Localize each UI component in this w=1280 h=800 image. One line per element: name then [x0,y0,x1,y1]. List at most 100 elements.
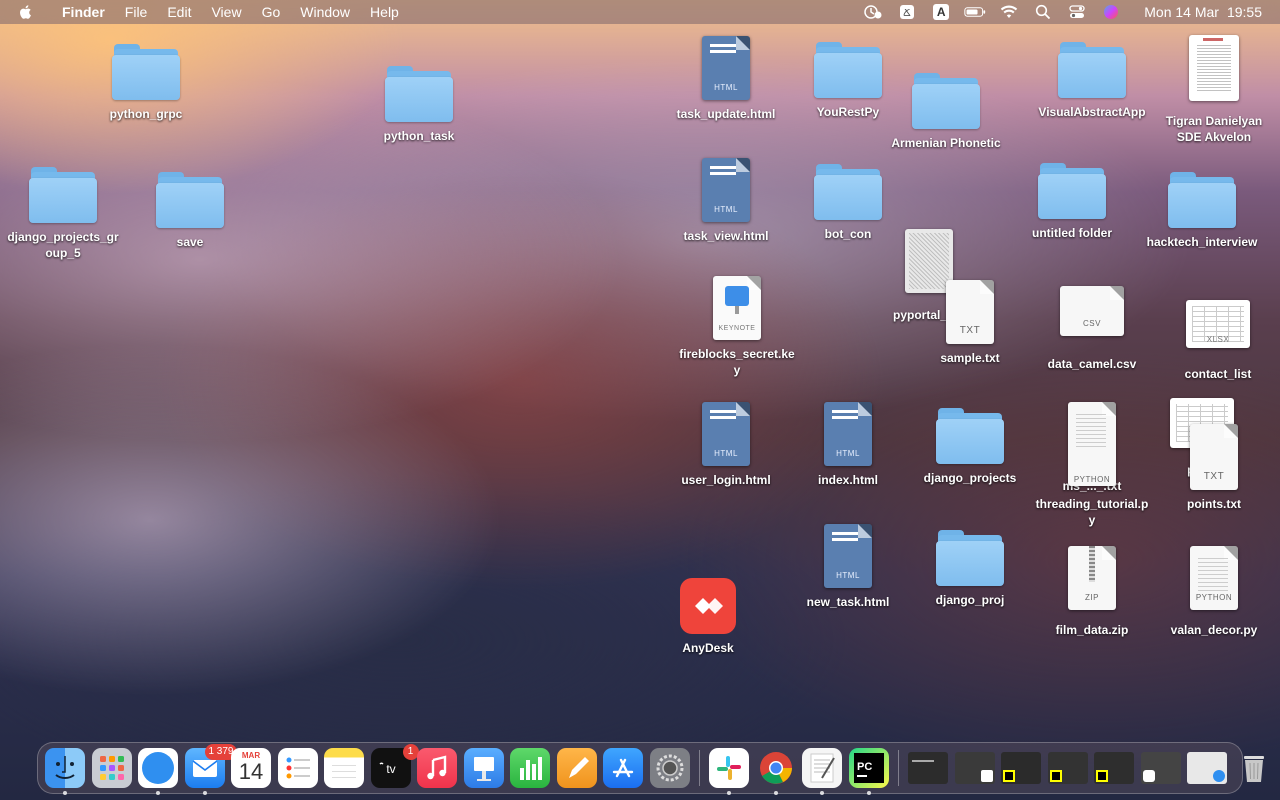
dock-pycharm-icon[interactable]: PC [848,748,889,795]
dock-minimized-window-6[interactable] [1140,752,1181,784]
dock-minimized-window-5[interactable] [1094,752,1134,784]
desktop-item-label: VisualAbstractApp [1038,105,1146,119]
folder-icon [814,42,882,98]
desktop-item-label: django_projects_group_5 [7,230,119,260]
dock-slack-icon[interactable] [709,748,749,795]
folder-icon [156,172,224,228]
desktop-item-film-data-zip[interactable]: ZIP film_data.zip [1027,546,1157,638]
svg-text:PC: PC [857,761,872,773]
dock-minimized-window-3[interactable] [1001,752,1041,784]
menu-go[interactable]: Go [252,0,291,24]
csv-file-icon: CSV [1060,286,1124,336]
input-source-icon[interactable]: A [930,0,952,24]
apple-menu-icon[interactable] [18,4,34,20]
desktop-item-django-proj[interactable]: django_proj [905,530,1035,608]
desktop-item-tigran-danielyan-sde-akvelon[interactable]: Tigran Danielyan SDE Akvelon [1149,35,1279,145]
dock-reminders-icon[interactable] [277,748,318,788]
desktop-item-hacktech-interview[interactable]: hacktech_interview [1137,172,1267,250]
desktop-item-user-login-html[interactable]: HTML user_login.html [661,402,791,488]
desktop-item-index-html[interactable]: HTML index.html [783,402,913,488]
menu-file[interactable]: File [115,0,158,24]
dock-pages-icon[interactable] [556,748,597,788]
html-file-icon: HTML [824,524,872,588]
desktop-item-label: task_update.html [676,107,776,121]
python-file-icon: PYTHON [1068,402,1116,486]
dock-numbers-icon[interactable] [510,748,550,788]
document-file-icon [1189,35,1239,101]
dock-separator [898,750,899,786]
desktop-item-label: untitled folder [1032,226,1112,240]
wifi-icon[interactable] [998,0,1020,24]
desktop-item-label: points.txt [1187,497,1241,511]
clock-date: Mon 14 Mar [1144,4,1219,20]
desktop-item-save[interactable]: save [125,172,255,250]
dock-calendar-icon[interactable]: MAR 14 [231,748,271,788]
battery-icon[interactable] [964,0,986,24]
desktop-item-label: django_projects [923,471,1017,485]
menu-bar: Finder File Edit View Go Window Help Ճ A [0,0,1280,24]
siri-icon[interactable] [1100,0,1122,24]
desktop-item-new-task-html[interactable]: HTML new_task.html [783,524,913,610]
dock-app-store-icon[interactable] [603,748,643,788]
folder-icon [385,66,453,122]
desktop-item-data-camel-csv[interactable]: CSV data_camel.csv [1027,286,1157,372]
dock-notes-icon[interactable] [324,748,364,788]
keyboard-layout-icon[interactable]: Ճ [896,0,918,24]
desktop-item-task-view-html[interactable]: HTML task_view.html [661,158,791,244]
desktop-item-task-update-html[interactable]: HTML task_update.html [661,36,791,122]
dock-minimized-window-2[interactable] [954,752,995,784]
desktop-item-label: valan_decor.py [1170,623,1258,637]
folder-icon [1168,172,1236,228]
desktop-item-points-txt[interactable]: TXT points.txt [1149,424,1279,512]
desktop-item-fireblocks-secret-key[interactable]: KEYNOTE fireblocks_secret.key [672,276,802,378]
folder-icon [29,167,97,223]
menu-edit[interactable]: Edit [157,0,201,24]
zip-file-icon: ZIP [1068,546,1116,610]
dock-trash-icon[interactable] [1234,748,1274,788]
desktop-item-untitled-folder[interactable]: untitled folder [1007,163,1137,241]
desktop-item-label: index.html [817,473,878,487]
screen-time-icon[interactable] [862,0,884,24]
menu-view[interactable]: View [201,0,251,24]
desktop-item-label: AnyDesk [682,641,734,655]
desktop-item-anydesk[interactable]: AnyDesk [643,578,773,656]
desktop-item-django-projects[interactable]: django_projects [905,408,1035,486]
app-menu-finder[interactable]: Finder [52,0,115,24]
dock-minimized-window-4[interactable] [1047,752,1088,784]
spotlight-search-icon[interactable] [1032,0,1054,24]
dock-system-preferences-icon[interactable] [649,748,690,788]
dock-minimized-window-7[interactable] [1187,752,1227,784]
desktop-item-contact-list[interactable]: XLSX contact_list [1153,300,1280,382]
dock-minimized-window-1[interactable] [908,752,948,784]
desktop-item-label: contact_list [1184,367,1252,381]
dock-textedit-icon[interactable] [802,748,842,795]
desktop-item-label: Tigran Danielyan SDE Akvelon [1165,114,1263,144]
desktop-item-sample-txt[interactable]: TXT sample.txt [905,280,1035,366]
desktop-item-valan-decor-py[interactable]: PYTHON valan_decor.py [1149,546,1279,638]
folder-icon [112,44,180,100]
dock-mail-icon[interactable]: 1 379 [184,744,237,795]
menu-help[interactable]: Help [360,0,409,24]
input-source-label: A [933,4,950,20]
dock-tv-icon[interactable]: tv 1 [370,744,419,788]
desktop-item-label: threading_tutorial.py [1035,497,1149,527]
folder-icon [936,408,1004,464]
desktop-item-python-task[interactable]: python_task [354,66,484,144]
dock-launchpad-icon[interactable] [91,748,132,788]
anydesk-icon [680,578,736,634]
desktop-item-label: hacktech_interview [1146,235,1258,249]
dock-music-icon[interactable] [417,748,457,788]
dock-finder-icon[interactable] [45,748,85,795]
menubar-clock[interactable]: Mon 14 Mar 19:55 [1136,4,1262,20]
dock-chrome-icon[interactable] [756,748,796,795]
dock: 1 379 MAR 14 tv 1 PC [37,742,1264,795]
desktop-item-python-grpc[interactable]: python_grpc [81,44,211,122]
dock-safari-icon[interactable] [138,748,178,795]
desktop-item-django-projects-group-5[interactable]: django_projects_group_5 [0,167,128,261]
menu-window[interactable]: Window [290,0,360,24]
desktop-item-visualabstractapp[interactable]: VisualAbstractApp [1027,42,1157,120]
control-center-icon[interactable] [1066,0,1088,24]
dock-keynote-icon[interactable] [463,748,504,788]
dock-separator [699,750,700,786]
desktop-item-armenian-phonetic[interactable]: Armenian Phonetic [881,73,1011,151]
